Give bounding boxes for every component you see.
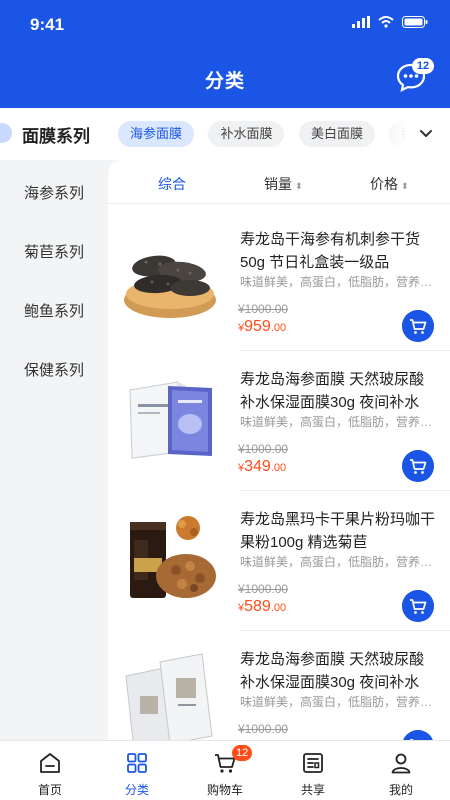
category-icon [127,753,147,773]
product-old-price: ¥1000.00 [238,722,289,736]
battery-icon [402,16,428,28]
product-card[interactable]: 寿龙岛海参面膜 天然玻尿酸补水保湿面膜30g 夜间补水 味道鲜美，高蛋白，低脂肪… [108,630,450,740]
category-indicator [0,123,12,143]
message-badge: 12 [412,58,434,74]
product-card[interactable]: 寿龙岛海参面膜 天然玻尿酸补水保湿面膜30g 夜间补水 味道鲜美，高蛋白，低脂肪… [108,350,450,491]
status-time: 9:41 [30,15,65,34]
status-bar: 9:41 [0,0,450,50]
price-integer: 349 [244,458,271,475]
product-price: ¥959.00 [238,318,286,336]
product-price: ¥349.00 [238,458,286,476]
product-desc: 味道鲜美，高蛋白，低脂肪，营养丰富 [240,275,436,289]
add-to-cart-button[interactable] [402,730,434,740]
tab-home-label: 首页 [37,783,62,797]
sort-price[interactable]: 价格 ⬍ [370,174,409,194]
sidebar-item-sea-cucumber[interactable]: 海参系列 [0,182,108,203]
share-icon [303,753,323,773]
current-category[interactable]: 面膜系列 [22,122,90,147]
tab-category[interactable]: 分类 [92,741,182,800]
tab-cart[interactable]: 12 购物车 [180,741,270,800]
sort-bar: 综合 销量 ⬍ 价格 ⬍ [108,160,450,204]
price-integer: 589 [244,598,271,615]
product-image-mask-sachet [125,653,213,740]
product-name: 寿龙岛海参面膜 天然玻尿酸补水保湿面膜30g 夜间补水 [240,371,425,411]
product-name: 寿龙岛黑玛卡干果片粉玛咖干果粉100g 精选菊苣 [240,511,436,551]
price-integer: 959 [244,318,271,335]
add-to-cart-button[interactable] [402,450,434,482]
add-to-cart-button[interactable] [402,310,434,342]
product-card[interactable]: 寿龙岛干海参有机刺参干货50g 节日礼盒装一级品 味道鲜美，高蛋白，低脂肪，营养… [108,210,450,351]
product-name: 寿龙岛海参面膜 天然玻尿酸补水保湿面膜30g 夜间补水 [240,651,425,691]
price-decimal: .00 [270,462,287,474]
tab-share-label: 共享 [300,783,325,797]
product-panel: 综合 销量 ⬍ 价格 ⬍ 寿龙岛干海参有机刺参干货50g 节日礼盒装一级品 味道鲜美… [108,160,450,740]
add-to-cart-button[interactable] [402,590,434,622]
sort-arrow-icon: ⬍ [401,181,409,191]
sidebar: 海参系列 菊苣系列 鲍鱼系列 保健系列 [0,160,108,740]
tab-profile-label: 我的 [388,783,413,797]
tab-share[interactable]: 共享 [268,741,358,800]
tab-profile[interactable]: 我的 [356,741,446,800]
product-desc: 味道鲜美，高蛋白，低脂肪，营养丰富 [240,415,436,429]
chevron-down-icon[interactable] [418,126,434,142]
product-name: 寿龙岛干海参有机刺参干货50g 节日礼盒装一级品 [240,231,421,271]
user-icon [391,753,411,774]
product-old-price: ¥1000.00 [238,302,289,316]
sort-comprehensive[interactable]: 综合 [158,174,186,194]
chip-sea-cucumber-mask[interactable]: 海参面膜 [118,121,195,147]
product-desc: 味道鲜美，高蛋白，低脂肪，营养丰富 [240,555,436,569]
page-title: 分类 [204,71,245,92]
product-image-sea-cucumber [124,255,216,318]
price-decimal: .00 [270,602,287,614]
tab-home[interactable]: 首页 [5,741,95,800]
wifi-icon [378,16,394,28]
category-bar: 面膜系列 海参面膜 补水面膜 美白面膜 新 [0,108,450,160]
bottom-tab-bar: 首页 分类 12 购物车 共享 我的 [0,740,450,800]
product-image-face-mask [129,381,212,459]
status-icons [352,16,428,28]
sidebar-item-health[interactable]: 保健系列 [0,359,108,380]
header: 9:41 分类 12 [0,0,450,108]
sort-sales-label: 销量 [264,176,292,192]
product-price: ¥589.00 [238,598,286,616]
sort-sales[interactable]: 销量 ⬍ [264,174,303,194]
product-old-price: ¥1000.00 [238,442,289,456]
product-desc: 味道鲜美，高蛋白，低脂肪，营养丰富 [240,695,436,709]
product-old-price: ¥1000.00 [238,582,289,596]
subcategory-chips: 海参面膜 补水面膜 美白面膜 新 [118,121,406,149]
product-card[interactable]: 寿龙岛黑玛卡干果片粉玛咖干果粉100g 精选菊苣 味道鲜美，高蛋白，低脂肪，营养… [108,490,450,631]
sidebar-item-abalone[interactable]: 鲍鱼系列 [0,300,108,321]
chip-whitening-mask[interactable]: 美白面膜 [298,121,375,147]
product-image-maca [130,516,216,598]
chips-fade [380,118,406,150]
tab-cart-label: 购物车 [206,783,243,797]
sort-arrow-icon: ⬍ [295,181,303,191]
price-decimal: .00 [270,322,287,334]
chip-hydrating-mask[interactable]: 补水面膜 [208,121,285,147]
sort-price-label: 价格 [370,176,398,192]
tab-category-label: 分类 [124,783,149,797]
sidebar-item-chicory[interactable]: 菊苣系列 [0,241,108,262]
cart-badge: 12 [232,745,253,761]
signal-icon [352,16,370,28]
home-icon [40,753,60,773]
